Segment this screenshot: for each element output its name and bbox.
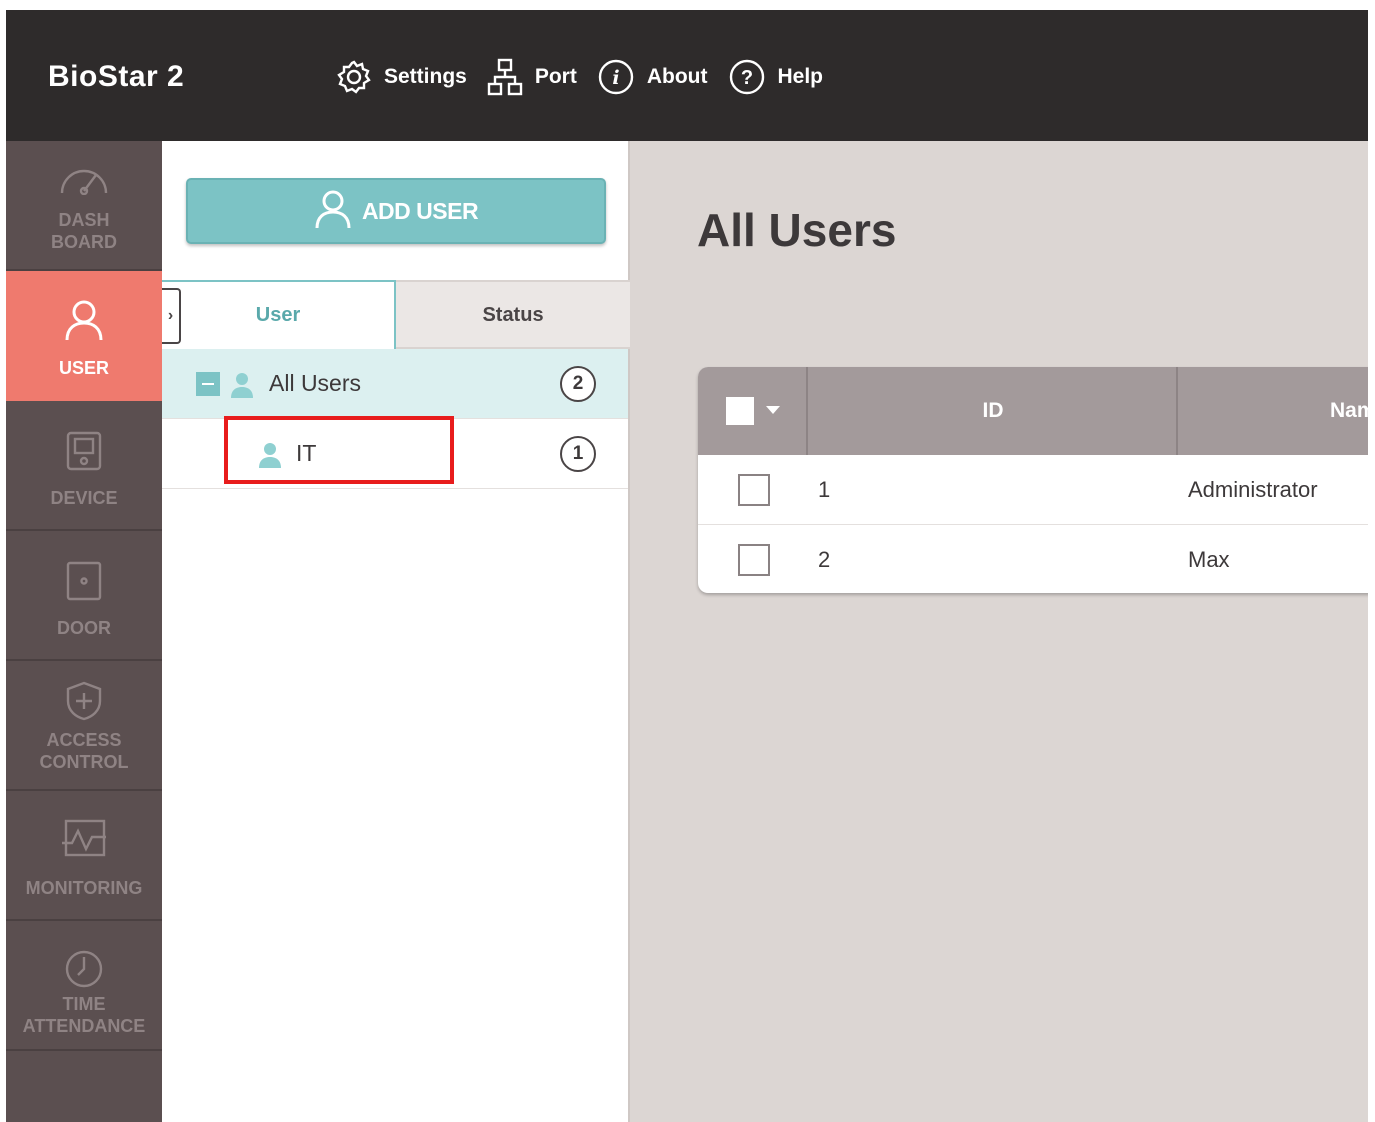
add-user-button[interactable]: ADD USER [186, 178, 606, 244]
user-count-badge: 2 [560, 366, 596, 402]
sidebar-label: DOOR [57, 618, 111, 638]
chevron-right-icon: › [167, 307, 174, 324]
sidebar-item-dashboard[interactable]: DASH BOARD [6, 141, 162, 271]
table-row[interactable]: 1 Administrator [698, 455, 1368, 525]
svg-text:i: i [612, 67, 619, 89]
settings-menu[interactable]: Settings [336, 59, 467, 95]
column-divider [1176, 367, 1178, 455]
sidebar-item-time-attendance[interactable]: TIME ATTENDANCE [6, 921, 162, 1051]
about-menu[interactable]: i About [597, 58, 708, 96]
user-icon [314, 189, 352, 234]
main-content: All Users ID Name 1 Administrator 2 Max [632, 141, 1368, 1122]
table-header: ID Name [698, 367, 1368, 455]
tab-user[interactable]: User [162, 280, 396, 349]
sidebar-label: DASH [58, 210, 110, 230]
port-label: Port [534, 65, 577, 88]
sidebar-label: DEVICE [50, 488, 118, 508]
sidebar-item-monitoring[interactable]: MONITORING [6, 791, 162, 921]
user-group-icon [230, 371, 254, 404]
table-row[interactable]: 2 Max [698, 525, 1368, 593]
collapse-icon[interactable] [196, 372, 220, 396]
monitoring-icon [60, 819, 108, 864]
help-label: Help [777, 65, 824, 88]
top-bar: BioStar 2 Settings Port i About ? Help [6, 10, 1368, 141]
help-menu[interactable]: ? Help [728, 58, 824, 96]
tree-node-all-users[interactable]: All Users 2 [162, 349, 628, 419]
sidebar-item-door[interactable]: DOOR [6, 531, 162, 661]
users-table: ID Name 1 Administrator 2 Max [698, 367, 1368, 593]
row-checkbox[interactable] [738, 544, 770, 576]
sidebar-label: BOARD [51, 232, 117, 252]
row-checkbox[interactable] [738, 474, 770, 506]
device-icon [66, 431, 102, 476]
page-title: All Users [697, 204, 897, 256]
sidebar-label: ACCESS [46, 730, 122, 750]
user-id-cell: 2 [818, 547, 831, 572]
select-all-checkbox[interactable] [726, 397, 754, 425]
port-menu[interactable]: Port [487, 58, 577, 96]
app-window: BioStar 2 Settings Port i About ? Help D… [6, 10, 1368, 1122]
chevron-down-icon[interactable] [766, 406, 780, 414]
top-nav: Settings Port i About ? Help [336, 58, 843, 96]
user-id-cell: 1 [818, 477, 831, 502]
column-header-id[interactable]: ID [808, 367, 1178, 455]
user-icon [64, 299, 104, 346]
user-name-cell: Max [1188, 547, 1230, 572]
door-icon [66, 561, 102, 606]
highlight-box [224, 416, 454, 484]
gear-icon [336, 59, 372, 95]
network-icon [487, 58, 523, 96]
main-sidebar: DASH BOARD USER DEVICE DOOR ACCESS CONTR… [6, 141, 162, 1122]
sidebar-item-access-control[interactable]: ACCESS CONTROL [6, 661, 162, 791]
user-count-badge: 1 [560, 436, 596, 472]
gauge-icon [58, 165, 110, 200]
shield-plus-icon [65, 681, 103, 726]
about-label: About [646, 65, 708, 88]
sidebar-item-user[interactable]: USER [6, 271, 162, 401]
tree-tabs: User Status [162, 280, 630, 349]
tab-status[interactable]: Status [396, 282, 630, 349]
clock-icon [64, 949, 104, 994]
app-title: BioStar 2 [48, 60, 185, 93]
info-icon: i [597, 58, 635, 96]
group-tree-panel: ADD USER User Status › All Users 2 IT 1 [162, 141, 630, 1122]
tree-node-label: All Users [269, 370, 362, 396]
sidebar-item-device[interactable]: DEVICE [6, 401, 162, 531]
help-icon: ? [728, 58, 766, 96]
add-user-label: ADD USER [361, 197, 479, 224]
sidebar-label: CONTROL [39, 752, 129, 772]
column-header-name[interactable]: Name [1330, 367, 1368, 455]
sidebar-label: ATTENDANCE [22, 1016, 146, 1036]
sidebar-label: MONITORING [25, 878, 143, 898]
sidebar-label: TIME [62, 994, 106, 1014]
user-name-cell: Administrator [1188, 477, 1318, 502]
settings-label: Settings [384, 65, 467, 88]
svg-text:?: ? [740, 67, 752, 89]
panel-toggle-button[interactable]: › [162, 288, 181, 344]
sidebar-label: USER [58, 358, 109, 378]
